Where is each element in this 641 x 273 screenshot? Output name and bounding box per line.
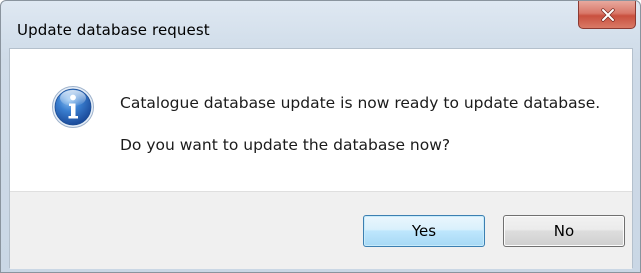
message-line-2: Do you want to update the database now? [120, 136, 451, 154]
info-icon [52, 86, 94, 128]
button-bar: Yes No [10, 191, 632, 269]
window-title: Update database request [17, 21, 210, 39]
title-bar[interactable]: Update database request [1, 1, 640, 47]
dialog-body: Catalogue database update is now ready t… [9, 48, 633, 269]
message-line-1: Catalogue database update is now ready t… [120, 94, 601, 112]
close-icon [601, 8, 615, 22]
no-button-label: No [553, 222, 575, 240]
close-button[interactable] [578, 1, 636, 29]
yes-button[interactable]: Yes [363, 215, 485, 247]
dialog-window: Update database request Catalogue databa… [0, 0, 641, 273]
no-button[interactable]: No [503, 215, 625, 247]
message-area: Catalogue database update is now ready t… [10, 49, 632, 191]
yes-button-label: Yes [411, 222, 437, 240]
